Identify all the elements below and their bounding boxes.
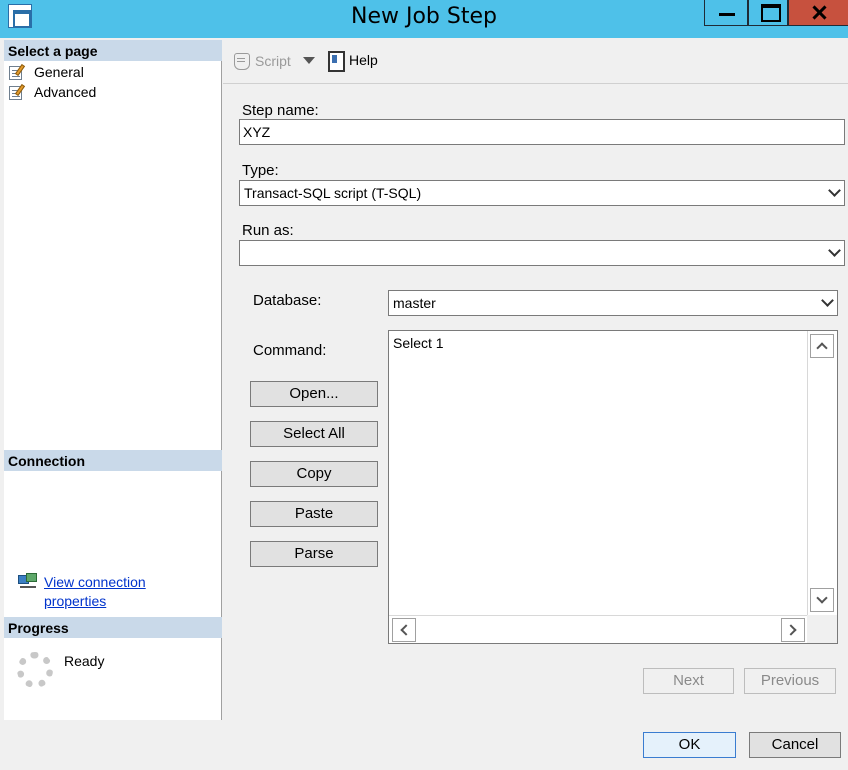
run-as-select[interactable] <box>239 240 845 266</box>
step-name-label: Step name: <box>242 102 319 119</box>
run-as-label: Run as: <box>242 222 294 239</box>
scroll-right-button[interactable] <box>781 618 805 642</box>
vertical-scrollbar[interactable] <box>807 331 837 615</box>
parse-button[interactable]: Parse <box>250 541 378 567</box>
maximize-button[interactable] <box>748 0 788 26</box>
horizontal-scrollbar[interactable] <box>389 615 809 643</box>
page-icon <box>8 83 28 101</box>
link-text-line2[interactable]: properties <box>44 592 146 611</box>
select-page-header: Select a page <box>4 40 222 61</box>
chevron-down-icon <box>828 244 841 257</box>
help-icon <box>325 50 345 72</box>
next-button[interactable]: Next <box>643 668 734 694</box>
command-label: Command: <box>253 342 327 359</box>
scroll-down-button[interactable] <box>810 588 834 612</box>
page-item-general[interactable]: General <box>8 62 84 82</box>
step-name-input[interactable]: XYZ <box>239 119 845 145</box>
page-item-advanced[interactable]: Advanced <box>8 82 96 102</box>
command-text[interactable]: Select 1 <box>393 335 444 351</box>
database-label: Database: <box>253 292 322 309</box>
progress-spinner-icon <box>17 652 53 688</box>
command-textarea[interactable]: Select 1 <box>388 330 838 644</box>
left-pane: Select a page General Advanced Connectio… <box>4 40 222 720</box>
title-bar: New Job Step <box>0 0 848 38</box>
close-button[interactable] <box>788 0 848 26</box>
view-connection-properties-link[interactable]: View connection properties <box>18 573 146 611</box>
script-button[interactable]: Script <box>231 51 291 71</box>
scrollbar-corner <box>807 615 837 643</box>
page-icon <box>8 63 28 81</box>
copy-button[interactable]: Copy <box>250 461 378 487</box>
scroll-left-button[interactable] <box>392 618 416 642</box>
open-button[interactable]: Open... <box>250 381 378 407</box>
link-text-line1[interactable]: View connection <box>44 573 146 592</box>
database-select[interactable]: master <box>388 290 838 316</box>
progress-status: Ready <box>64 653 105 669</box>
connection-header: Connection <box>4 450 222 471</box>
script-label: Script <box>255 53 291 69</box>
scroll-up-button[interactable] <box>810 334 834 358</box>
help-button[interactable]: Help <box>325 50 378 72</box>
chevron-up-icon <box>816 342 828 354</box>
page-item-label: Advanced <box>34 84 97 100</box>
chevron-right-icon <box>785 624 797 636</box>
connection-icon <box>18 573 38 590</box>
type-select[interactable]: Transact-SQL script (T-SQL) <box>239 180 845 206</box>
minimize-button[interactable] <box>704 0 748 26</box>
chevron-down-icon <box>821 294 834 307</box>
toolbar: Script Help <box>223 40 848 84</box>
script-dropdown-arrow-icon[interactable] <box>303 57 315 64</box>
page-item-label: General <box>34 64 84 80</box>
previous-button[interactable]: Previous <box>744 668 836 694</box>
help-label: Help <box>349 52 378 68</box>
paste-button[interactable]: Paste <box>250 501 378 527</box>
select-all-button[interactable]: Select All <box>250 421 378 447</box>
type-select-value: Transact-SQL script (T-SQL) <box>244 185 422 201</box>
script-icon <box>231 51 251 71</box>
database-select-value: master <box>393 295 436 311</box>
type-label: Type: <box>242 162 279 179</box>
ok-button[interactable]: OK <box>643 732 736 758</box>
chevron-down-icon <box>828 184 841 197</box>
cancel-button[interactable]: Cancel <box>749 732 841 758</box>
chevron-down-icon <box>816 592 828 604</box>
progress-header: Progress <box>4 617 222 638</box>
chevron-left-icon <box>400 624 412 636</box>
